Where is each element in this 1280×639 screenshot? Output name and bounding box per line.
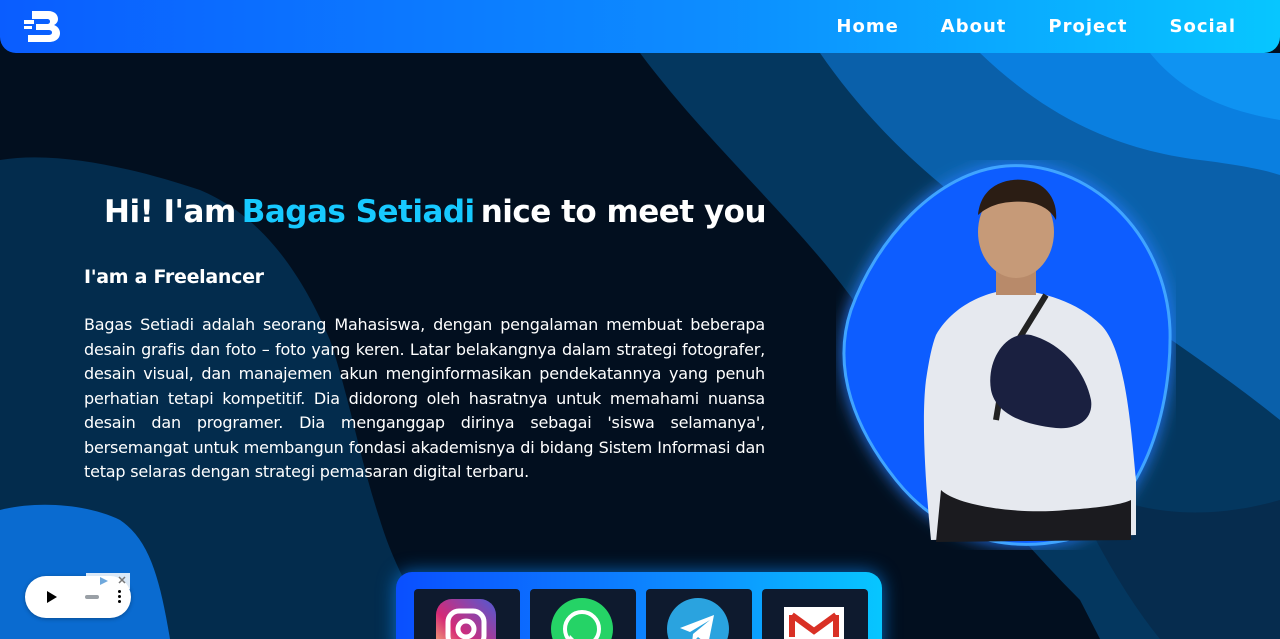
nav-social-link[interactable]: Social [1170, 16, 1237, 37]
profile-photo [842, 164, 1172, 546]
hero-subtitle: I'am a Freelancer [84, 266, 264, 288]
gmail-icon [784, 607, 844, 639]
more-options-icon[interactable] [118, 590, 122, 604]
hero-tail: nice to meet you [480, 194, 767, 230]
gmail-link[interactable] [762, 589, 868, 639]
telegram-icon [667, 598, 729, 639]
top-navbar: Home About Project Social [0, 0, 1280, 53]
whatsapp-icon [551, 598, 613, 639]
hero-name: Bagas Setiadi [241, 194, 475, 230]
nav-links: Home About Project Social [836, 0, 1236, 53]
social-links-bar [396, 572, 882, 639]
hero-bio: Bagas Setiadi adalah seorang Mahasiswa, … [84, 315, 765, 481]
instagram-link[interactable] [414, 589, 520, 639]
nav-about-link[interactable]: About [941, 16, 1007, 37]
nav-home-link[interactable]: Home [836, 16, 898, 37]
hero-title: Hi! I'am Bagas Setiadi nice to meet you [104, 194, 767, 230]
ad-choices-icon[interactable] [86, 573, 130, 589]
play-icon[interactable] [47, 591, 57, 603]
whatsapp-link[interactable] [530, 589, 636, 639]
hero-greeting: Hi! I'am [104, 194, 236, 230]
media-progress-bar [85, 595, 99, 599]
b-logo-icon[interactable] [24, 8, 62, 44]
instagram-icon [436, 599, 496, 639]
telegram-link[interactable] [646, 589, 752, 639]
nav-project-link[interactable]: Project [1048, 16, 1127, 37]
